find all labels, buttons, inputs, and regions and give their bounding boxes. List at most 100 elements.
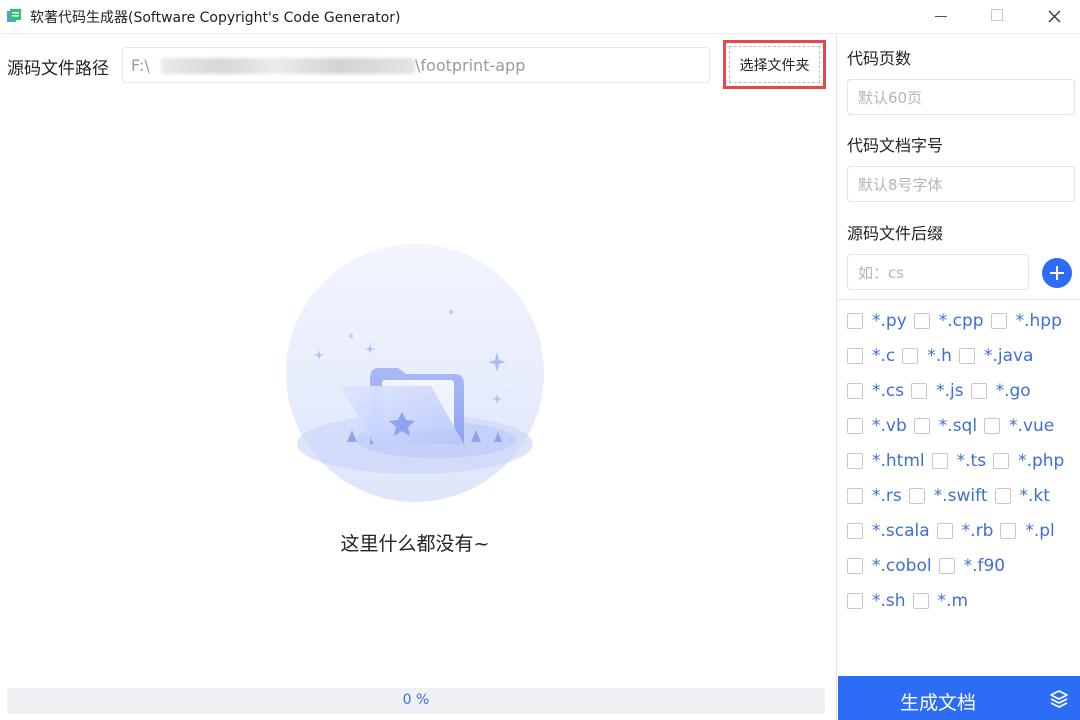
extension-checkbox[interactable] <box>847 383 863 399</box>
extension-checkbox[interactable] <box>847 418 863 434</box>
extension-option[interactable]: *.vue <box>984 416 1054 436</box>
layers-icon <box>1050 690 1068 708</box>
settings-sidebar: 代码页数 默认60页 代码文档字号 默认8号字体 源码文件后缀 如：cs *.p… <box>836 34 1080 720</box>
extension-checkbox[interactable] <box>847 593 863 609</box>
empty-state-text: 这里什么都没有~ <box>340 533 490 555</box>
extension-checkbox[interactable] <box>847 348 863 364</box>
extension-label: *.hpp <box>1015 311 1062 331</box>
extension-option[interactable]: *.cs <box>847 381 904 401</box>
extension-label: *.kt <box>1019 486 1050 506</box>
source-path-input[interactable]: F:\ \footprint-app <box>122 47 710 83</box>
suffix-input[interactable]: 如：cs <box>847 254 1029 290</box>
select-folder-label: 选择文件夹 <box>729 46 820 83</box>
extension-checkbox[interactable] <box>847 523 863 539</box>
add-suffix-button[interactable] <box>1042 258 1072 288</box>
generate-document-button[interactable]: 生成文档 <box>838 676 1080 720</box>
source-path-prefix: F:\ <box>131 56 150 75</box>
close-button[interactable] <box>1031 0 1077 33</box>
extension-row: *.cobol *.f90 <box>847 556 1012 580</box>
extension-option[interactable]: *.js <box>911 381 964 401</box>
extension-option[interactable]: *.go <box>970 381 1031 401</box>
extension-option[interactable]: *.sh <box>847 591 906 611</box>
extension-option[interactable]: *.c <box>847 346 895 366</box>
extension-checkbox[interactable] <box>913 418 930 434</box>
extension-option[interactable]: *.hpp <box>990 311 1062 331</box>
extension-label: *.f90 <box>963 556 1006 576</box>
empty-folder-illustration <box>286 244 544 502</box>
extension-label: *.vb <box>872 416 907 436</box>
extension-option[interactable]: *.rs <box>847 486 902 506</box>
extension-checkbox[interactable] <box>847 558 863 574</box>
extension-checkbox[interactable] <box>847 313 863 329</box>
extension-option[interactable]: *.m <box>912 591 969 611</box>
close-icon <box>1048 10 1061 23</box>
extension-option[interactable]: *.php <box>993 451 1064 471</box>
suffix-label: 源码文件后缀 <box>847 224 944 243</box>
extension-checkbox[interactable] <box>936 523 953 539</box>
extension-option[interactable]: *.pl <box>1000 521 1055 541</box>
font-size-input[interactable]: 默认8号字体 <box>847 166 1075 202</box>
extension-checkbox[interactable] <box>902 348 919 364</box>
extension-checkbox[interactable] <box>993 453 1010 469</box>
extension-label: *.html <box>872 451 925 471</box>
extension-option[interactable]: *.cobol <box>847 556 932 576</box>
extension-option[interactable]: *.rb <box>936 521 993 541</box>
extension-checkbox[interactable] <box>1000 523 1017 539</box>
pages-label: 代码页数 <box>847 49 912 68</box>
extension-option[interactable]: *.f90 <box>938 556 1006 576</box>
app-icon <box>7 9 21 22</box>
extension-option[interactable]: *.html <box>847 451 925 471</box>
extension-label: *.py <box>872 311 907 331</box>
extension-label: *.m <box>937 591 969 611</box>
pages-input[interactable]: 默认60页 <box>847 79 1075 115</box>
extension-label: *.scala <box>872 521 930 541</box>
extension-checkbox[interactable] <box>847 453 863 469</box>
extension-label: *.sql <box>938 416 978 436</box>
progress-text: 0 % <box>402 692 430 708</box>
window-title: 软著代码生成器(Software Copyright's Code Genera… <box>30 10 401 26</box>
extension-option[interactable]: *.swift <box>908 486 988 506</box>
maximize-button[interactable] <box>973 0 1019 33</box>
title-bar: 软著代码生成器(Software Copyright's Code Genera… <box>0 0 1080 34</box>
extension-row: *.sh *.m <box>847 591 975 615</box>
extension-label: *.sh <box>872 591 906 611</box>
extension-label: *.vue <box>1009 416 1055 436</box>
extension-option[interactable]: *.h <box>902 346 952 366</box>
extension-checkbox[interactable] <box>994 488 1011 504</box>
extension-option[interactable]: *.sql <box>913 416 978 436</box>
extension-checkbox[interactable] <box>913 313 930 329</box>
extension-option[interactable]: *.ts <box>931 451 987 471</box>
extension-checkbox[interactable] <box>847 488 863 504</box>
extension-option[interactable]: *.java <box>958 346 1033 366</box>
extension-label: *.go <box>995 381 1031 401</box>
extension-list: *.py *.cpp *.hpp *.c *.h *.java *.cs *.js *.go *.… <box>837 299 1080 611</box>
extension-checkbox[interactable] <box>958 348 975 364</box>
extension-option[interactable]: *.scala <box>847 521 930 541</box>
extension-label: *.ts <box>956 451 987 471</box>
extension-checkbox[interactable] <box>990 313 1007 329</box>
extension-option[interactable]: *.vb <box>847 416 907 436</box>
extension-checkbox[interactable] <box>912 593 929 609</box>
extension-label: *.php <box>1018 451 1065 471</box>
extension-checkbox[interactable] <box>911 383 928 399</box>
minimize-button[interactable] <box>918 0 964 33</box>
extension-row: *.scala *.rb *.pl <box>847 521 1062 545</box>
extension-checkbox[interactable] <box>984 418 1001 434</box>
source-path-label: 源码文件路径 <box>7 59 109 79</box>
extension-checkbox[interactable] <box>908 488 925 504</box>
extension-option[interactable]: *.py <box>847 311 907 331</box>
font-size-label: 代码文档字号 <box>847 136 944 155</box>
select-folder-button[interactable]: 选择文件夹 <box>723 40 826 89</box>
extension-row: *.cs *.js *.go <box>847 381 1038 405</box>
extension-checkbox[interactable] <box>970 383 987 399</box>
extension-checkbox[interactable] <box>938 558 955 574</box>
generate-document-label: 生成文档 <box>899 692 976 714</box>
extension-option[interactable]: *.cpp <box>913 311 984 331</box>
extension-checkbox[interactable] <box>931 453 948 469</box>
extension-label: *.rs <box>872 486 902 506</box>
extension-label: *.cs <box>872 381 905 401</box>
extension-label: *.c <box>872 346 896 366</box>
extension-label: *.swift <box>933 486 988 506</box>
extension-option[interactable]: *.kt <box>994 486 1050 506</box>
extension-label: *.pl <box>1025 521 1055 541</box>
